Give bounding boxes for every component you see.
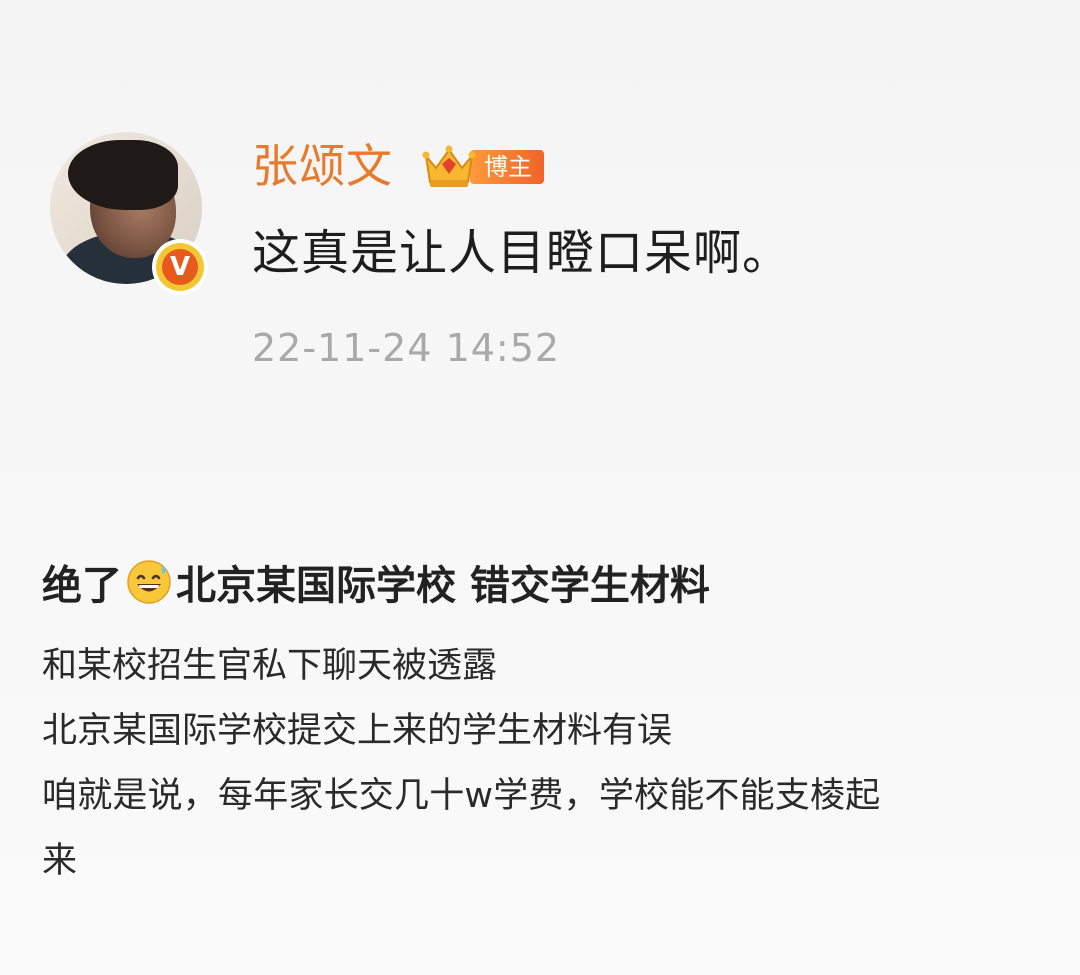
- author-name[interactable]: 张颂文: [252, 138, 393, 194]
- article-line: 和某校招生官私下聊天被透露: [42, 646, 498, 686]
- article-title-prefix: 绝了: [42, 563, 122, 609]
- post-timestamp: 22-11-24 14:52: [252, 326, 561, 370]
- weibo-post: V 张颂文 博主 这真是让人目瞪口呆啊。 22-11-24 14:52: [0, 0, 1080, 470]
- crown-icon: [420, 142, 478, 192]
- article-title-suffix: 北京某国际学校 错交学生材料: [176, 563, 710, 609]
- article-line: 来: [42, 841, 78, 881]
- avatar-hair-shape: [68, 140, 178, 210]
- article-line: 咱就是说，每年家长交几十w学费，学校能不能支棱起: [42, 776, 881, 816]
- verified-mark: V: [162, 249, 198, 285]
- verified-badge-icon: V: [156, 243, 204, 291]
- sweat-smile-icon: [126, 559, 172, 605]
- blogger-label: 博主: [470, 150, 544, 184]
- post-text: 这真是让人目瞪口呆啊。: [252, 225, 792, 281]
- article-title: 绝了 北京某国际学校 错交学生材料: [42, 550, 710, 614]
- article-line: 北京某国际学校提交上来的学生材料有误: [42, 711, 673, 751]
- article-body: 和某校招生官私下聊天被透露 北京某国际学校提交上来的学生材料有误 咱就是说，每年…: [42, 634, 1042, 894]
- blogger-badge: 博主: [420, 142, 558, 192]
